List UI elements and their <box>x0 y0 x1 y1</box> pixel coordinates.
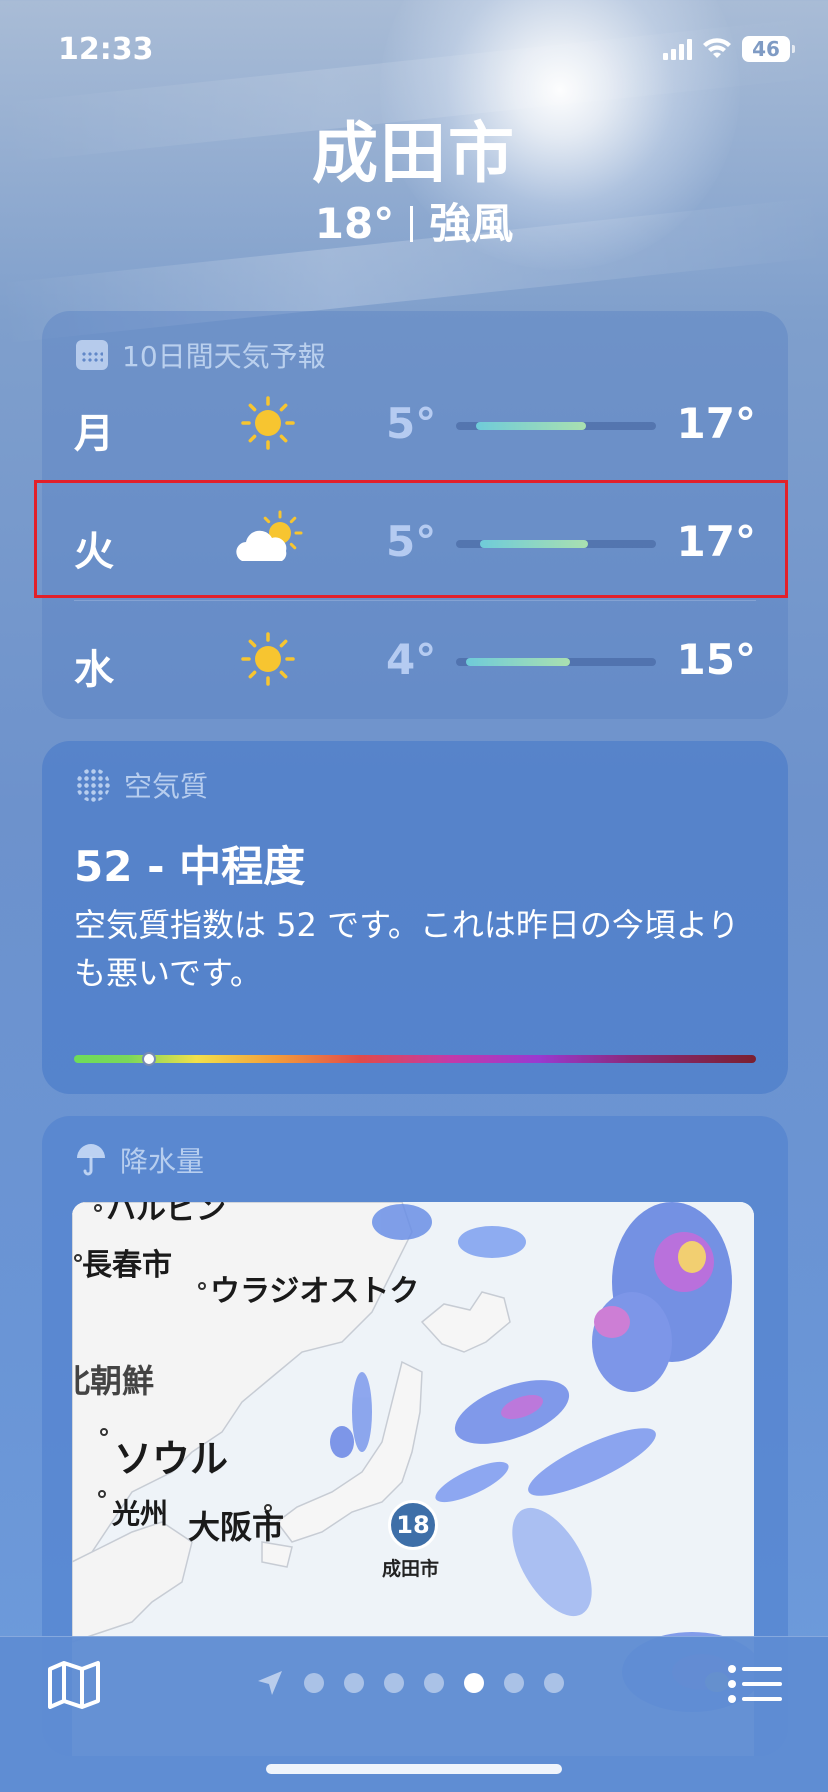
forecast-high: 15° <box>676 635 756 684</box>
forecast-day: 水 <box>74 647 114 693</box>
separator <box>410 206 414 242</box>
sun-icon <box>228 623 318 693</box>
precipitation-header: 降水量 <box>76 1140 204 1180</box>
forecast-low: 4° <box>386 635 437 684</box>
highlight-box <box>34 480 788 598</box>
air-quality-scale <box>74 1052 756 1066</box>
map-city-dot <box>198 1282 206 1290</box>
page-dot[interactable] <box>344 1673 364 1693</box>
page-dot[interactable] <box>384 1673 404 1693</box>
page-dot[interactable] <box>544 1673 564 1693</box>
air-quality-header: 空気質 <box>76 765 208 805</box>
temperature-range-fill <box>476 422 586 430</box>
map-label-north-korea: 北朝鮮 <box>72 1362 155 1400</box>
map-label-seoul: ソウル <box>114 1437 229 1481</box>
map-city-dot <box>98 1490 106 1498</box>
temperature-range-fill <box>466 658 570 666</box>
map-button[interactable] <box>44 1659 104 1709</box>
map-label-gwangju: 光州 <box>112 1497 169 1530</box>
bottom-toolbar <box>0 1636 828 1792</box>
home-indicator <box>266 1764 562 1774</box>
pin-city-label: 成田市 <box>382 1558 440 1580</box>
air-quality-value: 52 - 中程度 <box>74 842 306 891</box>
list-icon <box>728 1665 782 1703</box>
status-time: 12:33 <box>58 32 154 67</box>
temperature-range-bar <box>456 658 656 666</box>
cellular-signal-icon <box>663 38 692 60</box>
page-dot[interactable] <box>504 1673 524 1693</box>
map-city-dot <box>94 1204 102 1212</box>
forecast-row[interactable]: 月 5° 17° <box>42 365 788 483</box>
page-indicator[interactable] <box>256 1669 564 1697</box>
air-quality-marker <box>142 1052 157 1066</box>
forecast-high: 17° <box>676 399 756 448</box>
map-city-dot <box>74 1254 82 1262</box>
page-dot[interactable] <box>424 1673 444 1693</box>
air-quality-card[interactable]: 空気質 52 - 中程度 空気質指数は 52 です。これは昨日の今頃よりも悪いで… <box>42 741 788 1094</box>
wifi-icon <box>702 38 732 60</box>
current-location-pin[interactable]: 18 <box>388 1500 438 1550</box>
forecast-row[interactable]: 水 4° 15° <box>42 601 788 719</box>
air-quality-description: 空気質指数は 52 です。これは昨日の今頃よりも悪いです。 <box>74 906 740 992</box>
precipitation-title: 降水量 <box>120 1145 205 1178</box>
page-dot[interactable] <box>304 1673 324 1693</box>
air-quality-icon <box>76 768 110 802</box>
current-temperature: 18° <box>314 199 395 248</box>
forecast-day: 月 <box>74 411 114 457</box>
map-icon <box>48 1661 100 1709</box>
sun-icon <box>228 387 318 457</box>
map-label-vladivostok: ウラジオストク <box>210 1274 420 1309</box>
map-label-osaka: 大阪市 <box>188 1508 285 1546</box>
current-condition: 強風 <box>429 199 514 248</box>
city-name: 成田市 <box>312 115 516 192</box>
battery-icon: 46 <box>742 36 795 62</box>
location-arrow-icon <box>258 1671 282 1695</box>
temperature-range-bar <box>456 422 656 430</box>
map-label-harbin: ハルビン <box>106 1202 226 1227</box>
current-conditions: 18° 強風 <box>0 190 828 251</box>
map-label-changchun: 長春市 <box>82 1248 172 1283</box>
map-city-dot <box>100 1428 108 1436</box>
status-icons: 46 <box>663 36 795 62</box>
list-button[interactable] <box>724 1659 784 1709</box>
umbrella-icon <box>76 1143 106 1177</box>
air-quality-title: 空気質 <box>124 770 209 803</box>
page-dot-active[interactable] <box>464 1673 484 1693</box>
status-bar: 12:33 46 <box>0 30 828 70</box>
forecast-low: 5° <box>386 399 437 448</box>
